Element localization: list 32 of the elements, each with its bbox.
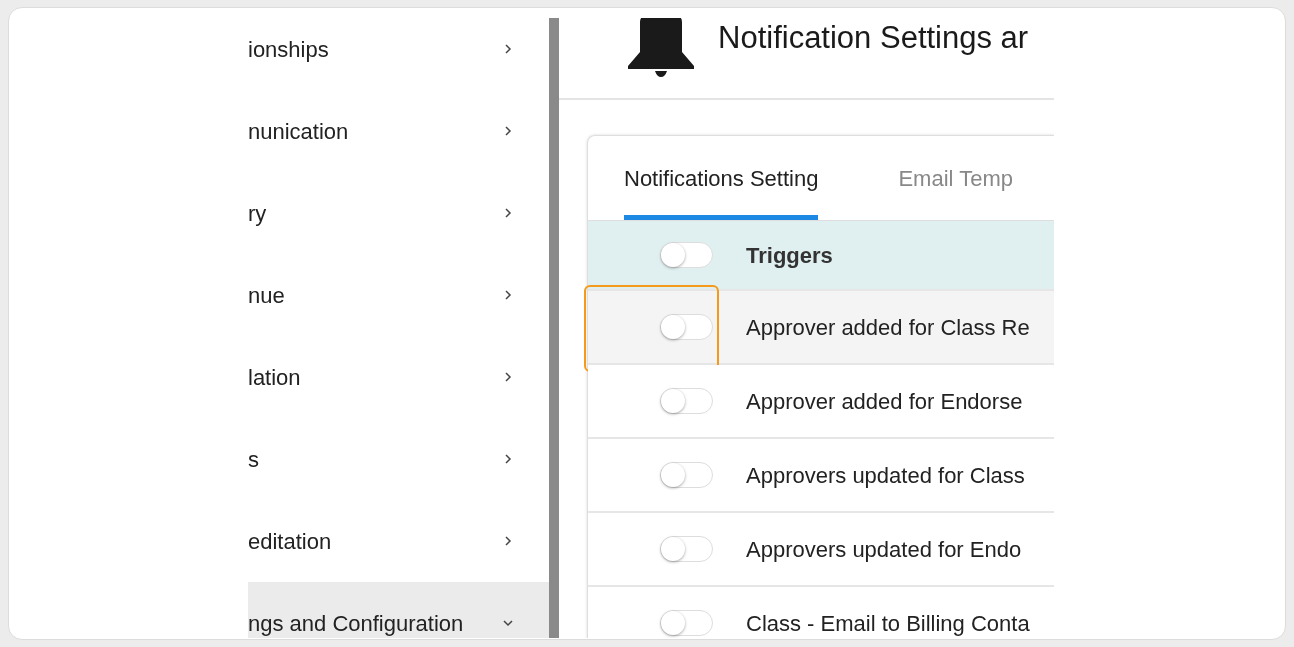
chevron-right-icon bbox=[502, 453, 514, 465]
toggle-switch[interactable] bbox=[660, 388, 713, 414]
trigger-label: Approver added for Class Re bbox=[746, 313, 1030, 342]
chevron-right-icon bbox=[502, 207, 514, 219]
toggle-switch[interactable] bbox=[660, 610, 713, 636]
toggle-switch[interactable] bbox=[660, 242, 713, 268]
sidebar-item[interactable]: lation bbox=[248, 336, 549, 418]
chevron-right-icon bbox=[502, 371, 514, 383]
trigger-label: Approvers updated for Class bbox=[746, 461, 1025, 490]
chevron-right-icon bbox=[502, 125, 514, 137]
toggle-switch[interactable] bbox=[660, 462, 713, 488]
sidebar-item[interactable]: ry bbox=[248, 172, 549, 254]
sidebar-item[interactable]: ngs and Configuration bbox=[248, 582, 549, 638]
column-header: Triggers bbox=[746, 241, 833, 270]
tab[interactable]: Email Temp bbox=[898, 162, 1013, 220]
sidebar-item[interactable]: s bbox=[248, 418, 549, 500]
toggle-switch[interactable] bbox=[660, 536, 713, 562]
page-title: Notification Settings ar bbox=[718, 18, 1029, 57]
chevron-right-icon bbox=[502, 535, 514, 547]
sidebar-item[interactable]: nue bbox=[248, 254, 549, 336]
sidebar-item[interactable]: nunication bbox=[248, 90, 549, 172]
chevron-right-icon bbox=[502, 289, 514, 301]
trigger-label: Approvers updated for Endo bbox=[746, 535, 1022, 564]
chevron-right-icon bbox=[502, 43, 514, 55]
chevron-down-icon bbox=[502, 617, 514, 629]
trigger-label: Class - Email to Billing Conta bbox=[746, 609, 1030, 638]
sidebar-item[interactable]: editation bbox=[248, 500, 549, 582]
sidebar-item[interactable]: ionships bbox=[248, 18, 549, 90]
scrollbar[interactable] bbox=[549, 18, 559, 638]
bell-icon bbox=[626, 18, 696, 80]
trigger-label: Approver added for Endorse bbox=[746, 387, 1023, 416]
toggle-switch[interactable] bbox=[660, 314, 713, 340]
